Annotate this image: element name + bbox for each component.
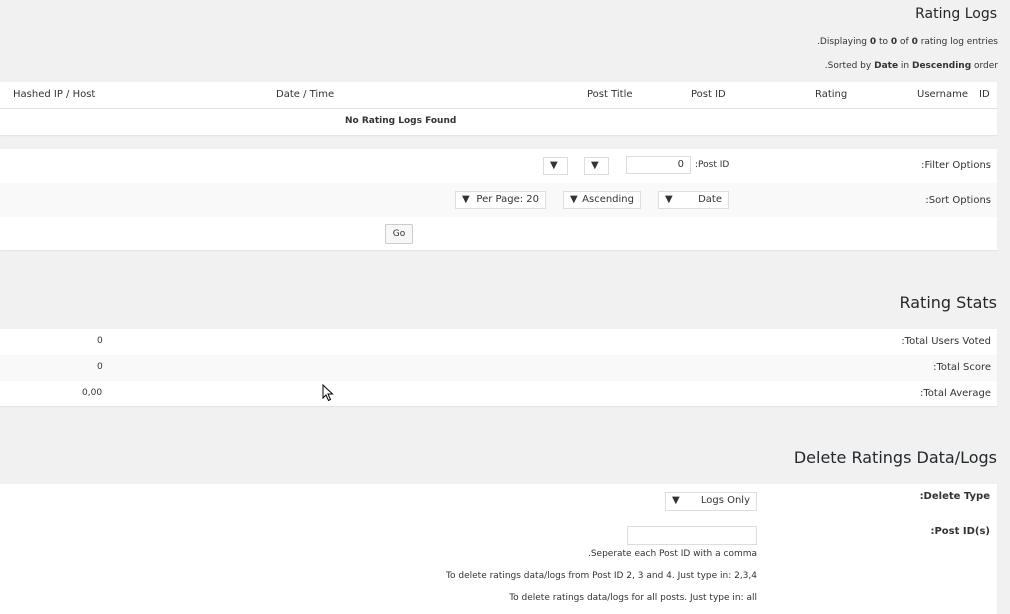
filter-options-label: :Filter Options bbox=[921, 160, 991, 171]
filter-select-2[interactable]: ▼ bbox=[584, 157, 609, 175]
delete-title: Delete Ratings Data/Logs bbox=[793, 448, 997, 467]
total-score-value: 0 bbox=[97, 362, 103, 372]
post-id-input[interactable]: 0 bbox=[626, 156, 691, 174]
sort-by-value: Date bbox=[698, 194, 722, 205]
dropdown-icon: ▼ bbox=[672, 495, 680, 506]
filter-select-1[interactable]: ▼ bbox=[543, 157, 568, 175]
rating-logs-title: Rating Logs bbox=[915, 6, 997, 22]
sorted-info: .Sorted by Date in Descending order bbox=[824, 61, 998, 71]
go-button[interactable]: Go bbox=[385, 224, 413, 244]
per-page-select[interactable]: ▼ Per Page: 20 bbox=[455, 191, 546, 209]
total-users-label: :Total Users Voted bbox=[901, 336, 991, 347]
empty-message: No Rating Logs Found bbox=[345, 116, 457, 126]
dropdown-icon: ▼ bbox=[591, 160, 599, 171]
sort-by-select[interactable]: ▼ Date bbox=[658, 191, 729, 209]
mouse-pointer-icon bbox=[322, 384, 334, 402]
col-date-time[interactable]: Date / Time bbox=[276, 89, 334, 100]
per-page-value: Per Page: 20 bbox=[476, 194, 539, 205]
sort-order-select[interactable]: ▼ Ascending bbox=[563, 191, 641, 209]
help-comma: .Seperate each Post ID with a comma bbox=[587, 549, 757, 559]
dropdown-icon: ▼ bbox=[550, 160, 558, 171]
help-all: To delete ratings data/logs for all post… bbox=[509, 593, 757, 603]
displaying-info: .Displaying 0 to 0 of 0 rating log entri… bbox=[817, 37, 998, 47]
col-rating[interactable]: Rating bbox=[815, 89, 847, 100]
sort-options-label: :Sort Options bbox=[925, 195, 991, 206]
filter-sort-panel: :Filter Options :Post ID 0 ▼ ▼ :Sort Opt… bbox=[0, 149, 997, 250]
delete-type-select[interactable]: ▼ Logs Only bbox=[665, 492, 757, 511]
col-post-id[interactable]: Post ID bbox=[691, 89, 726, 100]
logs-table: Hashed IP / Host Date / Time Post Title … bbox=[0, 82, 997, 135]
total-score-label: :Total Score bbox=[933, 362, 991, 373]
post-ids-label: :Post ID(s) bbox=[930, 526, 990, 537]
help-example: To delete ratings data/logs from Post ID… bbox=[446, 571, 757, 581]
col-username[interactable]: Username bbox=[917, 89, 968, 100]
col-hashed-ip[interactable]: Hashed IP / Host bbox=[13, 89, 95, 100]
dropdown-icon: ▼ bbox=[462, 194, 470, 205]
rating-stats-title: Rating Stats bbox=[899, 293, 997, 312]
total-average-label: :Total Average bbox=[920, 388, 991, 399]
post-ids-input[interactable] bbox=[627, 526, 757, 545]
total-average-value: 0,00 bbox=[82, 388, 103, 398]
sort-order-value: Ascending bbox=[582, 194, 634, 205]
post-id-label: :Post ID bbox=[695, 160, 730, 170]
delete-type-value: Logs Only bbox=[700, 495, 750, 506]
delete-type-label: :Delete Type bbox=[919, 491, 990, 502]
stats-panel: :Total Users Voted 0 :Total Score 0 :Tot… bbox=[0, 329, 997, 406]
col-id[interactable]: ID bbox=[979, 89, 990, 100]
delete-panel: :Delete Type ▼ Logs Only :Post ID(s) .Sep… bbox=[0, 484, 997, 614]
dropdown-icon: ▼ bbox=[665, 194, 673, 205]
dropdown-icon: ▼ bbox=[570, 194, 578, 205]
total-users-value: 0 bbox=[97, 336, 103, 346]
col-post-title[interactable]: Post Title bbox=[587, 89, 633, 100]
